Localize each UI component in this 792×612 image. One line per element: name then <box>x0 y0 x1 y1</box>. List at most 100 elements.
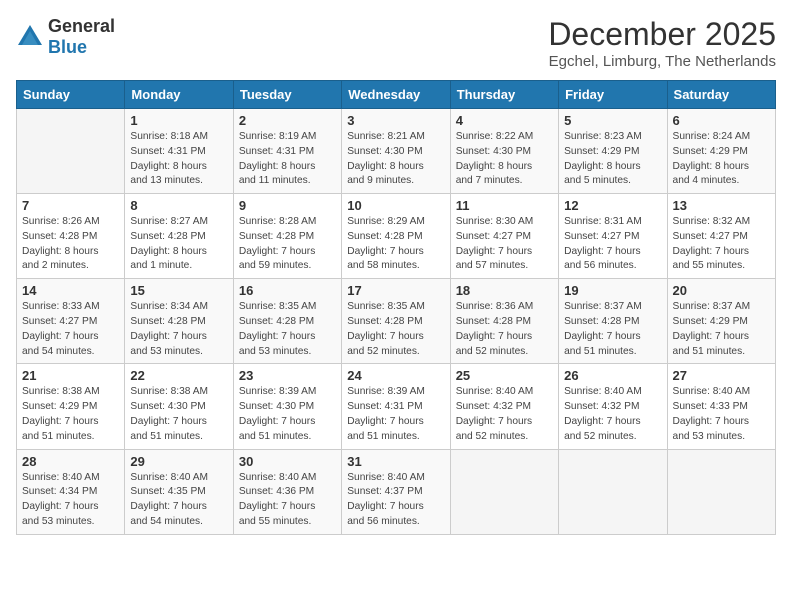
weekday-header: Friday <box>559 81 667 109</box>
day-info: Sunrise: 8:30 AM Sunset: 4:27 PM Dayligh… <box>456 215 553 274</box>
day-number: 17 <box>347 283 444 298</box>
logo: General Blue <box>16 16 115 58</box>
calendar-cell: 6 Sunrise: 8:24 AM Sunset: 4:29 PM Daylig… <box>667 109 775 194</box>
day-number: 26 <box>564 368 661 383</box>
calendar-cell: 8Sunrise: 8:27 AM Sunset: 4:28 PM Daylig… <box>125 194 233 279</box>
calendar-cell: 1Sunrise: 8:18 AM Sunset: 4:31 PM Daylig… <box>125 109 233 194</box>
day-number: 21 <box>22 368 119 383</box>
day-info: Sunrise: 8:40 AM Sunset: 4:34 PM Dayligh… <box>22 471 119 530</box>
title-block: December 2025 Egchel, Limburg, The Nethe… <box>548 16 776 70</box>
day-number: 27 <box>673 368 770 383</box>
weekday-header: Saturday <box>667 81 775 109</box>
weekday-header-row: SundayMondayTuesdayWednesdayThursdayFrid… <box>17 81 776 109</box>
day-info: Sunrise: 8:19 AM Sunset: 4:31 PM Dayligh… <box>239 130 336 189</box>
calendar-cell <box>667 449 775 534</box>
day-number: 12 <box>564 198 661 213</box>
day-info: Sunrise: 8:40 AM Sunset: 4:33 PM Dayligh… <box>673 385 770 444</box>
day-number: 23 <box>239 368 336 383</box>
day-info: Sunrise: 8:26 AM Sunset: 4:28 PM Dayligh… <box>22 215 119 274</box>
day-number: 20 <box>673 283 770 298</box>
weekday-header: Wednesday <box>342 81 450 109</box>
location-subtitle: Egchel, Limburg, The Netherlands <box>548 53 776 70</box>
calendar-cell: 31Sunrise: 8:40 AM Sunset: 4:37 PM Dayli… <box>342 449 450 534</box>
day-number: 15 <box>130 283 227 298</box>
calendar-cell: 10 Sunrise: 8:29 AM Sunset: 4:28 PM Dayli… <box>342 194 450 279</box>
day-number: 14 <box>22 283 119 298</box>
day-info: Sunrise: 8:39 AM Sunset: 4:30 PM Dayligh… <box>239 385 336 444</box>
calendar-cell: 17Sunrise: 8:35 AM Sunset: 4:28 PM Dayli… <box>342 279 450 364</box>
day-number: 24 <box>347 368 444 383</box>
day-number: 6 <box>673 113 770 128</box>
calendar-week-row: 28 Sunrise: 8:40 AM Sunset: 4:34 PM Dayli… <box>17 449 776 534</box>
weekday-header: Monday <box>125 81 233 109</box>
day-number: 16 <box>239 283 336 298</box>
calendar-cell: 19 Sunrise: 8:37 AM Sunset: 4:28 PM Dayli… <box>559 279 667 364</box>
calendar-cell <box>559 449 667 534</box>
day-number: 7 <box>22 198 119 213</box>
day-number: 13 <box>673 198 770 213</box>
logo-blue: Blue <box>48 37 87 57</box>
day-number: 4 <box>456 113 553 128</box>
day-info: Sunrise: 8:39 AM Sunset: 4:31 PM Dayligh… <box>347 385 444 444</box>
day-info: Sunrise: 8:38 AM Sunset: 4:29 PM Dayligh… <box>22 385 119 444</box>
calendar-cell: 3 Sunrise: 8:21 AM Sunset: 4:30 PM Daylig… <box>342 109 450 194</box>
weekday-header: Thursday <box>450 81 558 109</box>
day-info: Sunrise: 8:22 AM Sunset: 4:30 PM Dayligh… <box>456 130 553 189</box>
logo-general: General <box>48 16 115 36</box>
calendar-cell: 16Sunrise: 8:35 AM Sunset: 4:28 PM Dayli… <box>233 279 341 364</box>
calendar-cell: 7 Sunrise: 8:26 AM Sunset: 4:28 PM Daylig… <box>17 194 125 279</box>
day-info: Sunrise: 8:37 AM Sunset: 4:28 PM Dayligh… <box>564 300 661 359</box>
calendar-cell: 26 Sunrise: 8:40 AM Sunset: 4:32 PM Dayli… <box>559 364 667 449</box>
day-info: Sunrise: 8:24 AM Sunset: 4:29 PM Dayligh… <box>673 130 770 189</box>
logo-icon <box>16 23 44 51</box>
calendar-cell: 4 Sunrise: 8:22 AM Sunset: 4:30 PM Daylig… <box>450 109 558 194</box>
day-number: 28 <box>22 454 119 469</box>
calendar-cell: 25 Sunrise: 8:40 AM Sunset: 4:32 PM Dayli… <box>450 364 558 449</box>
day-info: Sunrise: 8:33 AM Sunset: 4:27 PM Dayligh… <box>22 300 119 359</box>
day-info: Sunrise: 8:40 AM Sunset: 4:32 PM Dayligh… <box>564 385 661 444</box>
day-info: Sunrise: 8:28 AM Sunset: 4:28 PM Dayligh… <box>239 215 336 274</box>
day-number: 25 <box>456 368 553 383</box>
day-info: Sunrise: 8:36 AM Sunset: 4:28 PM Dayligh… <box>456 300 553 359</box>
day-number: 9 <box>239 198 336 213</box>
weekday-header: Sunday <box>17 81 125 109</box>
calendar-week-row: 1Sunrise: 8:18 AM Sunset: 4:31 PM Daylig… <box>17 109 776 194</box>
calendar-cell: 20 Sunrise: 8:37 AM Sunset: 4:29 PM Dayli… <box>667 279 775 364</box>
day-info: Sunrise: 8:40 AM Sunset: 4:36 PM Dayligh… <box>239 471 336 530</box>
day-info: Sunrise: 8:32 AM Sunset: 4:27 PM Dayligh… <box>673 215 770 274</box>
calendar-cell: 11 Sunrise: 8:30 AM Sunset: 4:27 PM Dayli… <box>450 194 558 279</box>
day-number: 22 <box>130 368 227 383</box>
logo-text: General Blue <box>48 16 115 58</box>
calendar-cell: 21 Sunrise: 8:38 AM Sunset: 4:29 PM Dayli… <box>17 364 125 449</box>
day-info: Sunrise: 8:40 AM Sunset: 4:32 PM Dayligh… <box>456 385 553 444</box>
calendar-cell: 27 Sunrise: 8:40 AM Sunset: 4:33 PM Dayli… <box>667 364 775 449</box>
month-title: December 2025 <box>548 16 776 53</box>
day-number: 11 <box>456 198 553 213</box>
day-info: Sunrise: 8:40 AM Sunset: 4:37 PM Dayligh… <box>347 471 444 530</box>
day-info: Sunrise: 8:38 AM Sunset: 4:30 PM Dayligh… <box>130 385 227 444</box>
day-number: 29 <box>130 454 227 469</box>
day-number: 10 <box>347 198 444 213</box>
day-number: 3 <box>347 113 444 128</box>
day-info: Sunrise: 8:27 AM Sunset: 4:28 PM Dayligh… <box>130 215 227 274</box>
calendar-cell: 13 Sunrise: 8:32 AM Sunset: 4:27 PM Dayli… <box>667 194 775 279</box>
day-info: Sunrise: 8:29 AM Sunset: 4:28 PM Dayligh… <box>347 215 444 274</box>
calendar-cell: 12 Sunrise: 8:31 AM Sunset: 4:27 PM Dayli… <box>559 194 667 279</box>
calendar-cell: 22 Sunrise: 8:38 AM Sunset: 4:30 PM Dayli… <box>125 364 233 449</box>
page-header: General Blue December 2025 Egchel, Limbu… <box>16 16 776 70</box>
calendar-cell: 28 Sunrise: 8:40 AM Sunset: 4:34 PM Dayli… <box>17 449 125 534</box>
day-info: Sunrise: 8:37 AM Sunset: 4:29 PM Dayligh… <box>673 300 770 359</box>
calendar-cell: 5Sunrise: 8:23 AM Sunset: 4:29 PM Daylig… <box>559 109 667 194</box>
day-info: Sunrise: 8:31 AM Sunset: 4:27 PM Dayligh… <box>564 215 661 274</box>
calendar-cell: 15Sunrise: 8:34 AM Sunset: 4:28 PM Dayli… <box>125 279 233 364</box>
day-info: Sunrise: 8:21 AM Sunset: 4:30 PM Dayligh… <box>347 130 444 189</box>
day-number: 30 <box>239 454 336 469</box>
day-number: 2 <box>239 113 336 128</box>
day-info: Sunrise: 8:40 AM Sunset: 4:35 PM Dayligh… <box>130 471 227 530</box>
day-number: 18 <box>456 283 553 298</box>
calendar-table: SundayMondayTuesdayWednesdayThursdayFrid… <box>16 80 776 535</box>
calendar-week-row: 7 Sunrise: 8:26 AM Sunset: 4:28 PM Daylig… <box>17 194 776 279</box>
calendar-cell: 9 Sunrise: 8:28 AM Sunset: 4:28 PM Daylig… <box>233 194 341 279</box>
day-number: 19 <box>564 283 661 298</box>
calendar-cell: 18 Sunrise: 8:36 AM Sunset: 4:28 PM Dayli… <box>450 279 558 364</box>
